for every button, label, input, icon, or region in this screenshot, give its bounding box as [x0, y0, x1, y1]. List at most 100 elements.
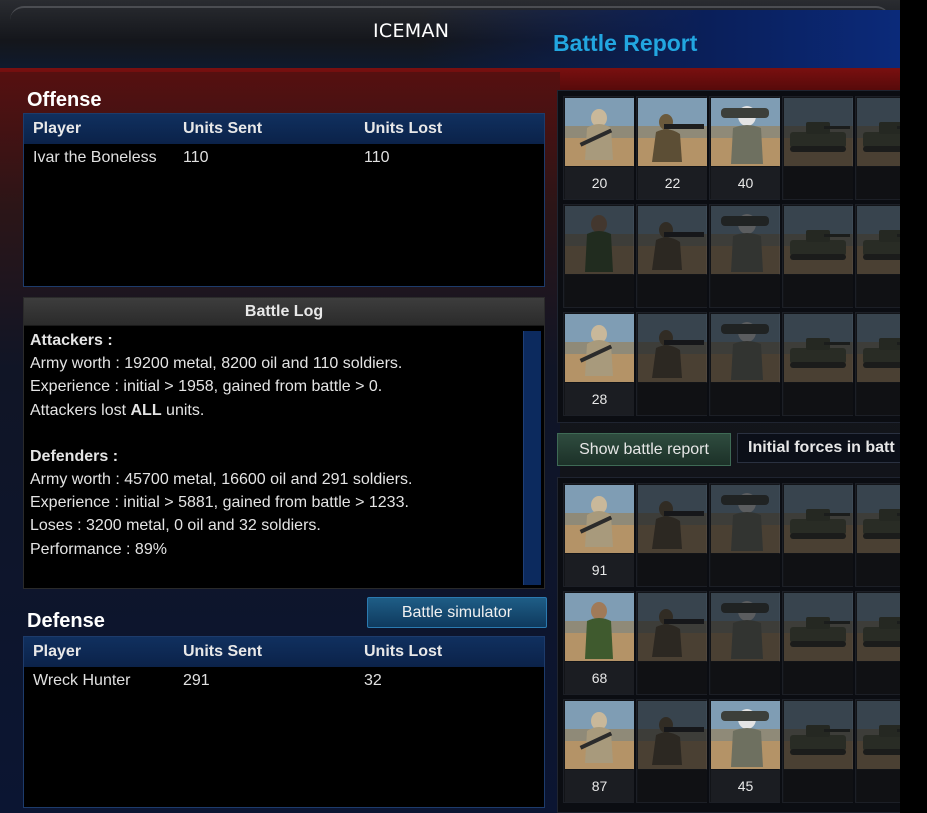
unit-slot-soldier[interactable]: [563, 204, 634, 308]
unit-count: 45: [711, 770, 780, 802]
column-header-player: Player: [33, 643, 82, 660]
unit-slot-rocket[interactable]: 40: [709, 96, 780, 200]
offense-table: Player Units Sent Units Lost Ivar the Bo…: [23, 113, 545, 287]
unit-slot-tank[interactable]: [855, 591, 900, 695]
units-lost-cell: 110: [364, 149, 390, 166]
unit-count: [638, 554, 707, 586]
unit-count: [857, 770, 900, 802]
unit-slot-sniper[interactable]: 87: [563, 699, 634, 803]
unit-slot-tank[interactable]: [855, 483, 900, 587]
unit-portrait-tank: [857, 593, 900, 661]
unit-portrait-tank: [784, 314, 853, 382]
unit-count: [638, 770, 707, 802]
unit-slot-rocket[interactable]: [709, 591, 780, 695]
player-name: ICEMAN: [373, 20, 450, 42]
unit-slot-tank[interactable]: [855, 204, 900, 308]
battle-simulator-button[interactable]: Battle simulator: [367, 597, 547, 628]
unit-slot-rocket[interactable]: [709, 312, 780, 416]
offense-title: Offense: [27, 89, 102, 111]
defenders-experience: Experience : initial > 5881, gained from…: [30, 494, 409, 512]
unit-slot-tank[interactable]: [782, 699, 853, 803]
unit-portrait-tank: [784, 98, 853, 166]
defense-title: Defense: [27, 610, 105, 632]
unit-slot-rocket[interactable]: 45: [709, 699, 780, 803]
unit-portrait-rocket: [711, 314, 780, 382]
unit-portrait-rifleman: [638, 314, 707, 382]
defenders-loses: Loses : 3200 metal, 0 oil and 32 soldier…: [30, 517, 321, 535]
defense-table-header: Player Units Sent Units Lost: [24, 637, 544, 667]
unit-portrait-rocket: [711, 485, 780, 553]
attackers-lost-post: units.: [161, 401, 205, 419]
column-header-units-sent: Units Sent: [183, 643, 263, 660]
unit-portrait-rifleman: [638, 593, 707, 661]
player-name-cell[interactable]: Ivar the Boneless: [24, 149, 183, 167]
unit-count: [857, 275, 900, 307]
unit-portrait-soldier: [565, 206, 634, 274]
unit-slot-rifleman[interactable]: [636, 591, 707, 695]
unit-slot-tank[interactable]: [855, 699, 900, 803]
player-name-cell[interactable]: Wreck Hunter: [24, 672, 183, 690]
column-header-player: Player: [33, 120, 82, 137]
units-sent-cell: 291: [183, 672, 210, 689]
unit-portrait-tank: [784, 593, 853, 661]
unit-count: 87: [565, 770, 634, 802]
unit-count: 68: [565, 662, 634, 694]
unit-slot-rifleman[interactable]: [636, 204, 707, 308]
unit-portrait-rocket: [711, 593, 780, 661]
unit-count: 91: [565, 554, 634, 586]
unit-portrait-sniper: [565, 314, 634, 382]
unit-portrait-tank: [857, 485, 900, 553]
top-bar: ICEMAN Battle Report: [0, 0, 900, 70]
unit-portrait-sniper: [565, 485, 634, 553]
unit-count: [638, 662, 707, 694]
unit-count: [857, 383, 900, 415]
unit-portrait-tank: [784, 206, 853, 274]
unit-slot-rifleman[interactable]: 22: [636, 96, 707, 200]
offense-table-header: Player Units Sent Units Lost: [24, 114, 544, 144]
defense-table: Player Units Sent Units Lost Wreck Hunte…: [23, 636, 545, 808]
unit-count: [784, 167, 853, 199]
unit-slot-tank[interactable]: [855, 96, 900, 200]
attackers-lost-pre: Attackers lost: [30, 401, 131, 419]
unit-count: [784, 275, 853, 307]
unit-portrait-rifleman: [638, 206, 707, 274]
defenders-worth: Army worth : 45700 metal, 16600 oil and …: [30, 471, 413, 489]
unit-slot-sniper[interactable]: 91: [563, 483, 634, 587]
defender-units-panel: 91 68 87 45: [557, 477, 900, 813]
unit-slot-tank[interactable]: [782, 483, 853, 587]
unit-slot-tank[interactable]: [855, 312, 900, 416]
unit-slot-rifleman[interactable]: [636, 312, 707, 416]
defenders-heading: Defenders :: [30, 447, 119, 465]
unit-slot-tank[interactable]: [782, 591, 853, 695]
unit-count: [638, 383, 707, 415]
unit-slot-tank[interactable]: [782, 96, 853, 200]
unit-count: [638, 275, 707, 307]
unit-slot-rocket[interactable]: [709, 483, 780, 587]
unit-count: [711, 275, 780, 307]
table-row: Wreck Hunter 291 32: [24, 667, 544, 695]
unit-portrait-rocket: [711, 701, 780, 769]
unit-slot-rifleman[interactable]: [636, 483, 707, 587]
unit-portrait-tank: [784, 485, 853, 553]
unit-count: [857, 167, 900, 199]
battle-log-panel: Battle Log Attackers : Army worth : 1920…: [23, 297, 545, 589]
unit-slot-rocket[interactable]: [709, 204, 780, 308]
unit-portrait-tank: [857, 98, 900, 166]
unit-count: 28: [565, 383, 634, 415]
unit-count: [857, 662, 900, 694]
unit-count: [784, 383, 853, 415]
unit-count: 22: [638, 167, 707, 199]
units-sent-cell: 110: [183, 149, 209, 166]
battle-log-text: Attackers : Army worth : 19200 metal, 82…: [24, 326, 544, 564]
show-battle-report-button[interactable]: Show battle report: [557, 433, 731, 466]
unit-portrait-tank: [784, 701, 853, 769]
unit-slot-sniper[interactable]: 20: [563, 96, 634, 200]
unit-slot-tank[interactable]: [782, 204, 853, 308]
unit-slot-rifleman[interactable]: [636, 699, 707, 803]
battle-log-scrollbar[interactable]: [523, 331, 541, 585]
initial-forces-tab[interactable]: Initial forces in batt: [737, 433, 900, 463]
unit-slot-tank[interactable]: [782, 312, 853, 416]
unit-slot-sniper[interactable]: 28: [563, 312, 634, 416]
unit-slot-soldier[interactable]: 68: [563, 591, 634, 695]
